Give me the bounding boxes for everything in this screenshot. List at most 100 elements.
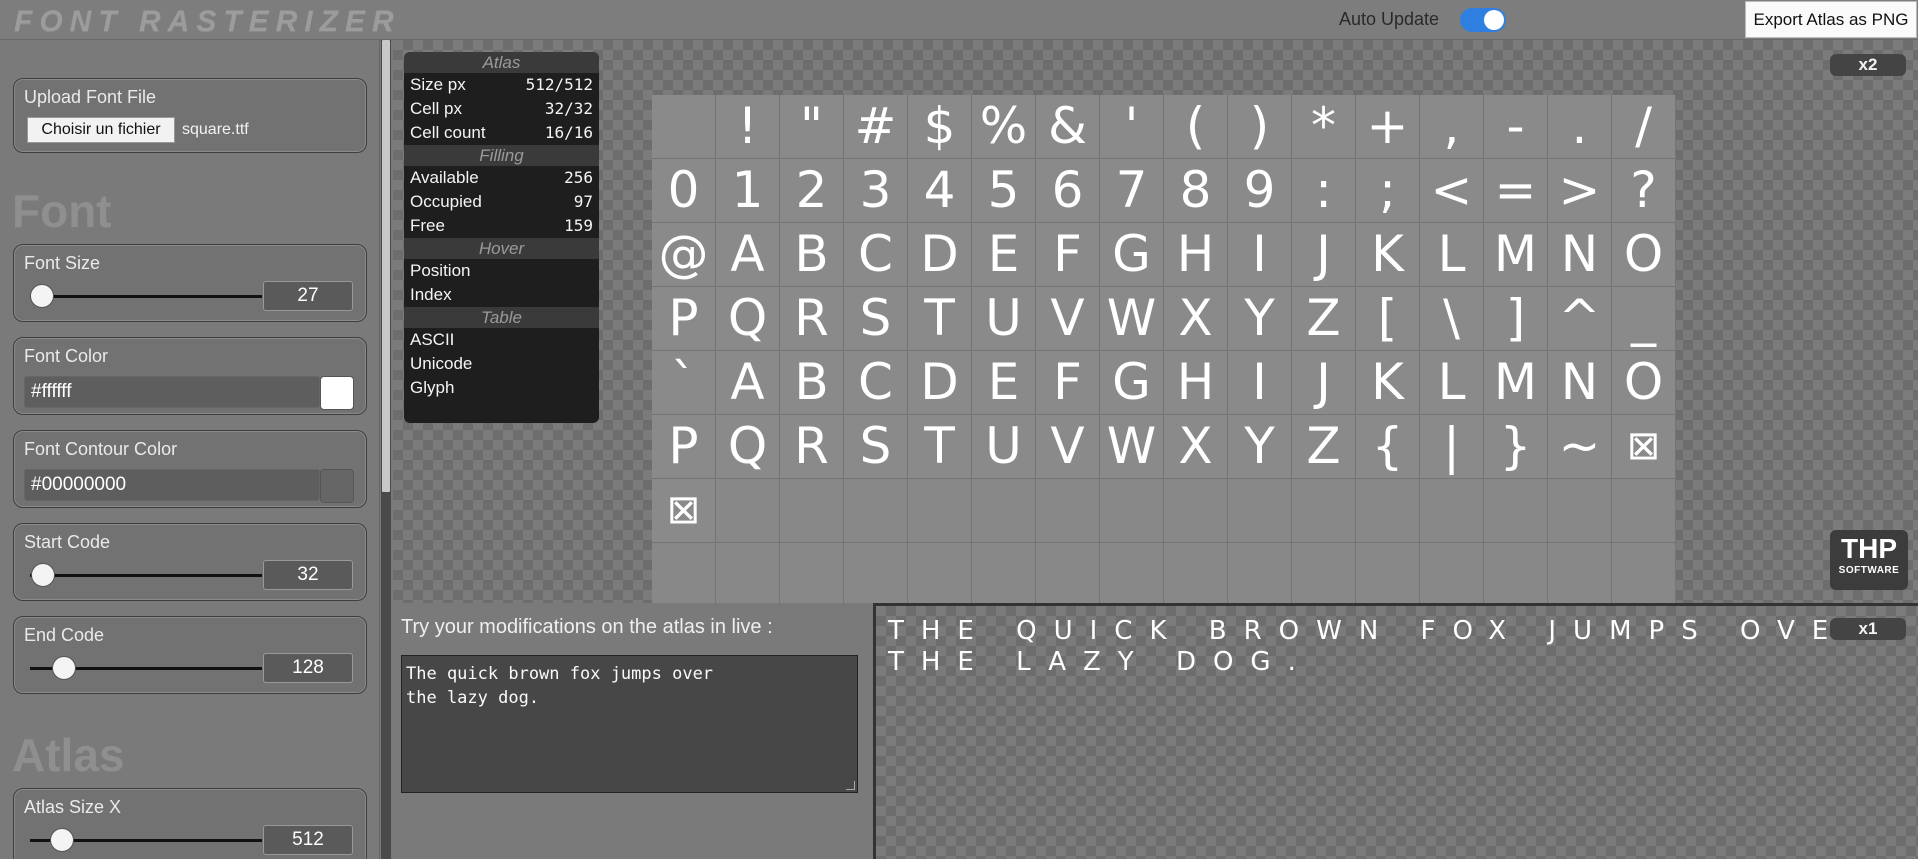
atlas-cell[interactable]: ~ [1548, 415, 1612, 479]
atlas-cell[interactable]: T [908, 415, 972, 479]
atlas-cell[interactable]: A [716, 351, 780, 415]
atlas-cell[interactable] [780, 543, 844, 607]
atlas-cell[interactable]: H [1164, 351, 1228, 415]
atlas-cell[interactable] [908, 543, 972, 607]
sidebar-scrollbar[interactable] [381, 40, 391, 859]
font-color-input[interactable]: #ffffff [24, 376, 320, 408]
atlas-cell[interactable]: S [844, 415, 908, 479]
atlas-cell[interactable]: 1 [716, 159, 780, 223]
atlas-cell[interactable]: T [908, 287, 972, 351]
atlas-cell[interactable]: & [1036, 95, 1100, 159]
atlas-cell[interactable]: A [716, 223, 780, 287]
atlas-cell[interactable] [1356, 543, 1420, 607]
atlas-cell[interactable]: : [1292, 159, 1356, 223]
atlas-cell[interactable] [1356, 479, 1420, 543]
atlas-cell[interactable]: H [1164, 223, 1228, 287]
atlas-cell[interactable] [780, 479, 844, 543]
atlas-cell[interactable]: , [1420, 95, 1484, 159]
atlas-cell[interactable]: Y [1228, 287, 1292, 351]
atlas-cell[interactable] [1612, 543, 1676, 607]
atlas-cell[interactable]: ' [1100, 95, 1164, 159]
end-code-slider-thumb[interactable] [52, 656, 76, 680]
export-atlas-button[interactable]: Export Atlas as PNG [1745, 1, 1917, 38]
atlas-cell[interactable] [716, 479, 780, 543]
start-code-slider-track[interactable] [30, 574, 262, 577]
atlas-cell[interactable]: R [780, 287, 844, 351]
auto-update-toggle[interactable] [1460, 8, 1506, 32]
resize-handle-icon[interactable] [846, 781, 855, 790]
atlas-cell[interactable]: Q [716, 415, 780, 479]
atlas-cell[interactable]: | [1420, 415, 1484, 479]
atlas-cell[interactable] [652, 543, 716, 607]
atlas-cell[interactable]: X [1164, 287, 1228, 351]
atlas-cell[interactable] [1164, 543, 1228, 607]
atlas-cell[interactable]: } [1484, 415, 1548, 479]
atlas-cell[interactable]: _ [1612, 287, 1676, 351]
atlas-cell[interactable] [844, 543, 908, 607]
atlas-cell[interactable]: U [972, 287, 1036, 351]
atlas-cell[interactable]: F [1036, 351, 1100, 415]
atlas-cell[interactable]: G [1100, 223, 1164, 287]
atlas-cell[interactable]: X [1164, 415, 1228, 479]
atlas-cell[interactable]: 2 [780, 159, 844, 223]
atlas-cell[interactable]: Z [1292, 287, 1356, 351]
atlas-cell[interactable] [1292, 543, 1356, 607]
atlas-cell[interactable]: N [1548, 351, 1612, 415]
atlas-cell[interactable]: 3 [844, 159, 908, 223]
scrollbar-thumb[interactable] [382, 40, 390, 492]
atlas-cell[interactable] [1484, 543, 1548, 607]
atlas-cell[interactable]: ! [716, 95, 780, 159]
atlas-size-x-input[interactable]: 512 [263, 825, 353, 855]
atlas-cell[interactable]: ) [1228, 95, 1292, 159]
atlas-cell[interactable]: I [1228, 223, 1292, 287]
atlas-cell[interactable]: Z [1292, 415, 1356, 479]
atlas-cell[interactable] [972, 543, 1036, 607]
atlas-cell[interactable]: K [1356, 351, 1420, 415]
atlas-cell[interactable]: C [844, 351, 908, 415]
atlas-cell[interactable]: V [1036, 287, 1100, 351]
atlas-cell[interactable]: Y [1228, 415, 1292, 479]
font-size-input[interactable]: 27 [263, 281, 353, 311]
atlas-cell[interactable] [1548, 543, 1612, 607]
atlas-cell[interactable]: N [1548, 223, 1612, 287]
atlas-cell[interactable]: 0 [652, 159, 716, 223]
atlas-cell[interactable]: / [1612, 95, 1676, 159]
atlas-cell[interactable]: < [1420, 159, 1484, 223]
atlas-cell[interactable]: Q [716, 287, 780, 351]
atlas-cell[interactable]: O [1612, 223, 1676, 287]
atlas-cell[interactable]: ; [1356, 159, 1420, 223]
atlas-cell[interactable]: ^ [1548, 287, 1612, 351]
start-code-input[interactable]: 32 [263, 560, 353, 590]
atlas-cell[interactable] [1292, 479, 1356, 543]
atlas-cell[interactable] [1100, 479, 1164, 543]
live-test-textarea[interactable]: The quick brown fox jumps over the lazy … [401, 655, 858, 793]
atlas-cell[interactable] [1228, 479, 1292, 543]
font-color-swatch[interactable] [320, 376, 354, 410]
atlas-cell[interactable] [1548, 479, 1612, 543]
preview-zoom-badge[interactable]: x1 [1830, 618, 1906, 640]
atlas-cell[interactable]: % [972, 95, 1036, 159]
atlas-cell[interactable]: R [780, 415, 844, 479]
atlas-cell[interactable] [844, 479, 908, 543]
atlas-cell[interactable]: 8 [1164, 159, 1228, 223]
atlas-cell[interactable]: @ [652, 223, 716, 287]
start-code-slider-thumb[interactable] [31, 563, 55, 587]
choose-file-button[interactable]: Choisir un fichier [27, 117, 175, 143]
atlas-cell[interactable]: L [1420, 351, 1484, 415]
atlas-cell[interactable]: B [780, 223, 844, 287]
atlas-cell[interactable]: M [1484, 351, 1548, 415]
atlas-cell[interactable]: W [1100, 287, 1164, 351]
atlas-cell[interactable]: E [972, 223, 1036, 287]
atlas-cell[interactable] [1036, 543, 1100, 607]
atlas-zoom-badge[interactable]: x2 [1830, 54, 1906, 76]
atlas-cell[interactable]: D [908, 223, 972, 287]
atlas-cell[interactable] [1100, 543, 1164, 607]
atlas-cell[interactable]: J [1292, 223, 1356, 287]
atlas-cell[interactable]: K [1356, 223, 1420, 287]
atlas-cell[interactable] [716, 543, 780, 607]
atlas-cell[interactable] [1420, 543, 1484, 607]
atlas-cell[interactable]: [ [1356, 287, 1420, 351]
atlas-cell[interactable]: ] [1484, 287, 1548, 351]
atlas-cell[interactable] [1484, 479, 1548, 543]
atlas-cell[interactable]: L [1420, 223, 1484, 287]
